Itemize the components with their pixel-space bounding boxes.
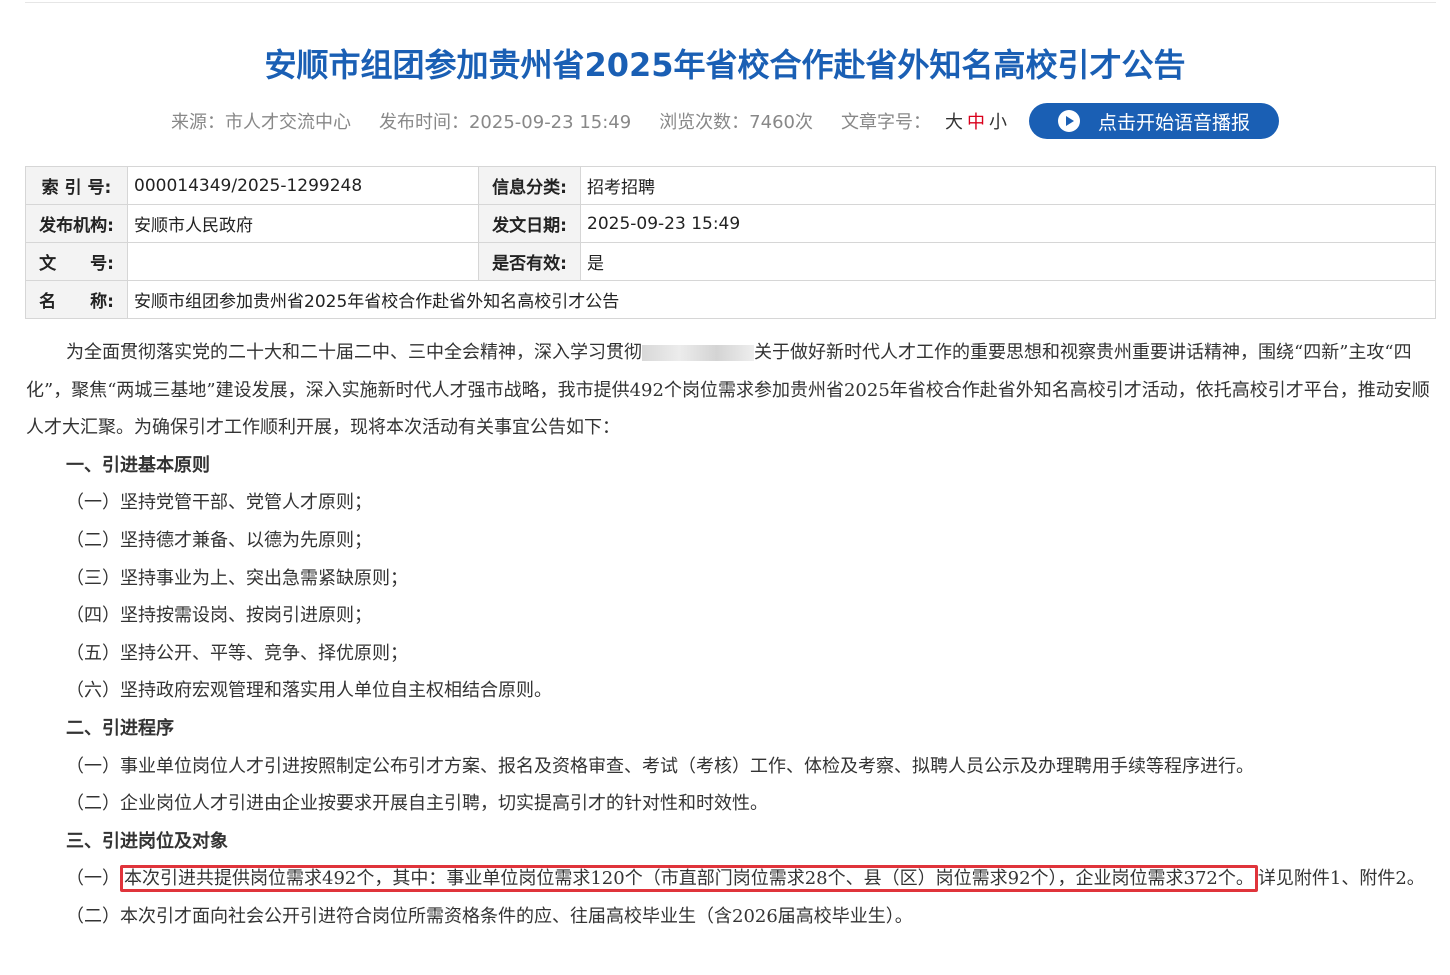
document-number-label: 文 号:: [25, 242, 128, 281]
validity-label: 是否有效:: [478, 242, 581, 281]
tts-play-button[interactable]: 点击开始语音播报: [1029, 103, 1279, 139]
publisher-value: 安顺市人民政府: [127, 204, 479, 243]
play-icon: [1057, 110, 1080, 132]
font-size-medium-button[interactable]: 中: [967, 108, 985, 134]
intro-text-a: 为全面贯彻落实党的二十大和二十届二中、三中全会精神，深入学习贯彻: [66, 342, 642, 363]
table-row: 文 号: 是否有效: 是: [25, 242, 1436, 281]
tts-button-label: 点击开始语音播报: [1097, 111, 1250, 134]
document-name-label: 名 称:: [25, 280, 128, 319]
issue-date-label: 发文日期:: [478, 204, 581, 243]
view-count-text: 浏览次数：7460次: [659, 112, 813, 133]
source-text: 来源：市人才交流中心: [170, 112, 351, 133]
table-row: 索 引 号: 000014349/2025-1299248 信息分类: 招考招聘: [25, 166, 1436, 205]
font-size-large-button[interactable]: 大: [945, 108, 963, 134]
highlighted-position-summary: 本次引进共提供岗位需求492个，其中：事业单位岗位需求120个（市直部门岗位需求…: [120, 865, 1258, 893]
section2-heading: 二、引进程序: [66, 717, 174, 739]
top-divider: [25, 2, 1436, 3]
item-prefix: （一）: [66, 868, 120, 890]
section3-item2: （二）本次引才面向社会公开引进符合岗位所需资格条件的应、往届高校毕业生（含202…: [66, 905, 913, 927]
document-info-table: 索 引 号: 000014349/2025-1299248 信息分类: 招考招聘…: [25, 166, 1436, 319]
section3-item1: （一） 本次引进共提供岗位需求492个，其中：事业单位岗位需求120个（市直部门岗…: [26, 860, 1436, 898]
list-item: （一）事业单位岗位人才引进按照制定公布引才方案、报名及资格审查、考试（考核）工作…: [66, 755, 1254, 777]
list-item: （五）坚持公开、平等、竞争、择优原则；: [66, 642, 408, 664]
section3-heading: 三、引进岗位及对象: [66, 830, 228, 852]
redacted-text: [642, 345, 754, 361]
document-number-value: [127, 242, 479, 281]
list-item: （六）坚持政府宏观管理和落实用人单位自主权相结合原则。: [66, 680, 552, 702]
publisher-label: 发布机构:: [25, 204, 128, 243]
intro-paragraph: 为全面贯彻落实党的二十大和二十届二中、三中全会精神，深入学习贯彻 关于做好新时代人…: [26, 334, 1436, 447]
table-row: 发布机构: 安顺市人民政府 发文日期: 2025-09-23 15:49: [25, 204, 1436, 243]
font-size-label: 文章字号：: [841, 112, 931, 133]
section1-heading: 一、引进基本原则: [66, 454, 210, 476]
list-item: （一）坚持党管干部、党管人才原则；: [66, 492, 372, 514]
article-title: 安顺市组团参加贵州省2025年省校合作赴省外知名高校引才公告: [264, 46, 1186, 84]
article-body: 为全面贯彻落实党的二十大和二十届二中、三中全会精神，深入学习贯彻 关于做好新时代人…: [26, 334, 1436, 936]
index-number-value: 000014349/2025-1299248: [127, 166, 479, 205]
list-item: （四）坚持按需设岗、按岗引进原则；: [66, 605, 372, 627]
list-item: （三）坚持事业为上、突出急需紧缺原则；: [66, 567, 408, 589]
table-row: 名 称: 安顺市组团参加贵州省2025年省校合作赴省外知名高校引才公告: [25, 280, 1436, 319]
category-value: 招考招聘: [580, 166, 1436, 205]
validity-value: 是: [580, 242, 1436, 281]
issue-date-value: 2025-09-23 15:49: [580, 204, 1436, 243]
list-item: （二）企业岗位人才引进由企业按要求开展自主引聘，切实提高引才的针对性和时效性。: [66, 793, 768, 815]
list-item: （二）坚持德才兼备、以德为先原则；: [66, 529, 372, 551]
document-name-value: 安顺市组团参加贵州省2025年省校合作赴省外知名高校引才公告: [127, 280, 1436, 319]
publish-time-text: 发布时间：2025-09-23 15:49: [378, 112, 632, 133]
article-meta-bar: 来源：市人才交流中心 发布时间：2025-09-23 15:49 浏览次数：74…: [0, 102, 1450, 140]
category-label: 信息分类:: [478, 166, 581, 205]
font-size-small-button[interactable]: 小: [989, 108, 1007, 134]
item-suffix: 详见附件1、附件2。: [1257, 868, 1425, 890]
index-number-label: 索 引 号:: [25, 166, 128, 205]
